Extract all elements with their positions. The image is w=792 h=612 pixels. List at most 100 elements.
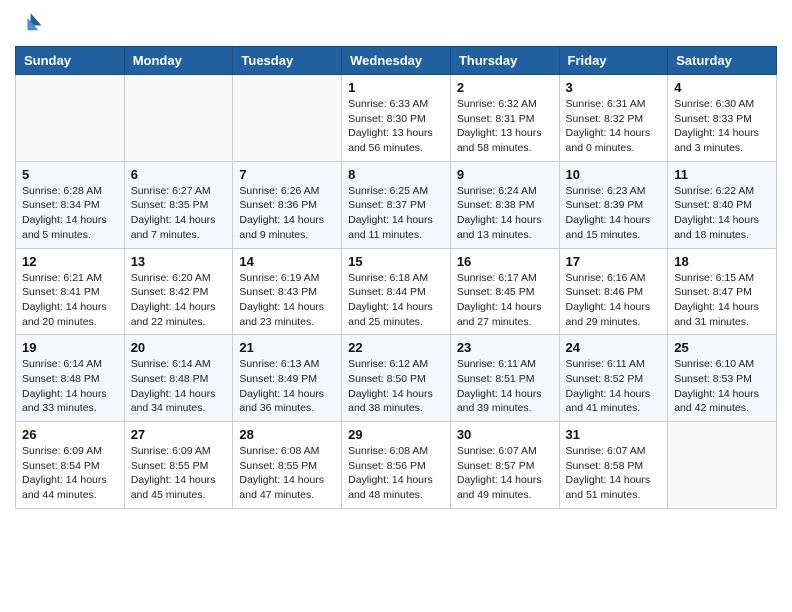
day-info: Sunrise: 6:27 AM Sunset: 8:35 PM Dayligh… xyxy=(131,184,227,243)
day-number: 23 xyxy=(457,340,553,355)
day-info: Sunrise: 6:22 AM Sunset: 8:40 PM Dayligh… xyxy=(674,184,770,243)
day-info: Sunrise: 6:18 AM Sunset: 8:44 PM Dayligh… xyxy=(348,271,444,330)
calendar-cell: 28 Sunrise: 6:08 AM Sunset: 8:55 PM Dayli… xyxy=(233,422,342,509)
day-info: Sunrise: 6:11 AM Sunset: 8:51 PM Dayligh… xyxy=(457,357,553,416)
day-number: 9 xyxy=(457,167,553,182)
calendar-cell: 8Sunrise: 6:25 AM Sunset: 8:37 PM Daylig… xyxy=(342,161,451,248)
weekday-header: Friday xyxy=(559,47,668,75)
header-row: SundayMondayTuesdayWednesdayThursdayFrid… xyxy=(16,47,777,75)
calendar-cell: 11 Sunrise: 6:22 AM Sunset: 8:40 PM Dayli… xyxy=(668,161,777,248)
day-info: Sunrise: 6:19 AM Sunset: 8:43 PM Dayligh… xyxy=(239,271,335,330)
day-number: 27 xyxy=(131,427,227,442)
day-number: 11 xyxy=(674,167,770,182)
calendar-cell: 21 Sunrise: 6:13 AM Sunset: 8:49 PM Dayli… xyxy=(233,335,342,422)
calendar-cell: 20Sunrise: 6:14 AM Sunset: 8:48 PM Dayli… xyxy=(124,335,233,422)
day-number: 31 xyxy=(566,427,662,442)
calendar-cell: 19Sunrise: 6:14 AM Sunset: 8:48 PM Dayli… xyxy=(16,335,125,422)
calendar-cell: 15 Sunrise: 6:18 AM Sunset: 8:44 PM Dayli… xyxy=(342,248,451,335)
day-number: 15 xyxy=(348,254,444,269)
day-number: 16 xyxy=(457,254,553,269)
day-info: Sunrise: 6:14 AM Sunset: 8:48 PM Dayligh… xyxy=(22,357,118,416)
day-info: Sunrise: 6:08 AM Sunset: 8:55 PM Dayligh… xyxy=(239,444,335,503)
day-info: Sunrise: 6:33 AM Sunset: 8:30 PM Dayligh… xyxy=(348,97,444,156)
calendar-cell: 6 Sunrise: 6:27 AM Sunset: 8:35 PM Daylig… xyxy=(124,161,233,248)
calendar-cell: 12 Sunrise: 6:21 AM Sunset: 8:41 PM Dayli… xyxy=(16,248,125,335)
day-number: 12 xyxy=(22,254,118,269)
day-info: Sunrise: 6:32 AM Sunset: 8:31 PM Dayligh… xyxy=(457,97,553,156)
day-info: Sunrise: 6:17 AM Sunset: 8:45 PM Dayligh… xyxy=(457,271,553,330)
calendar-cell: 14 Sunrise: 6:19 AM Sunset: 8:43 PM Dayli… xyxy=(233,248,342,335)
calendar-cell: 27 Sunrise: 6:09 AM Sunset: 8:55 PM Dayli… xyxy=(124,422,233,509)
day-number: 6 xyxy=(131,167,227,182)
calendar-cell: 10 Sunrise: 6:23 AM Sunset: 8:39 PM Dayli… xyxy=(559,161,668,248)
day-info: Sunrise: 6:31 AM Sunset: 8:32 PM Dayligh… xyxy=(566,97,662,156)
day-number: 7 xyxy=(239,167,335,182)
calendar-week-row: 5Sunrise: 6:28 AM Sunset: 8:34 PM Daylig… xyxy=(16,161,777,248)
day-number: 8 xyxy=(348,167,444,182)
day-info: Sunrise: 6:16 AM Sunset: 8:46 PM Dayligh… xyxy=(566,271,662,330)
weekday-header: Tuesday xyxy=(233,47,342,75)
day-number: 26 xyxy=(22,427,118,442)
day-info: Sunrise: 6:13 AM Sunset: 8:49 PM Dayligh… xyxy=(239,357,335,416)
calendar-cell: 2 Sunrise: 6:32 AM Sunset: 8:31 PM Daylig… xyxy=(450,75,559,162)
day-info: Sunrise: 6:26 AM Sunset: 8:36 PM Dayligh… xyxy=(239,184,335,243)
calendar-cell xyxy=(668,422,777,509)
day-info: Sunrise: 6:09 AM Sunset: 8:55 PM Dayligh… xyxy=(131,444,227,503)
calendar-cell: 22 Sunrise: 6:12 AM Sunset: 8:50 PM Dayli… xyxy=(342,335,451,422)
calendar-cell: 23 Sunrise: 6:11 AM Sunset: 8:51 PM Dayli… xyxy=(450,335,559,422)
day-number: 14 xyxy=(239,254,335,269)
weekday-header: Wednesday xyxy=(342,47,451,75)
calendar-cell: 29Sunrise: 6:08 AM Sunset: 8:56 PM Dayli… xyxy=(342,422,451,509)
calendar-week-row: 1Sunrise: 6:33 AM Sunset: 8:30 PM Daylig… xyxy=(16,75,777,162)
calendar-cell: 25Sunrise: 6:10 AM Sunset: 8:53 PM Dayli… xyxy=(668,335,777,422)
day-number: 2 xyxy=(457,80,553,95)
day-number: 13 xyxy=(131,254,227,269)
calendar-cell: 30Sunrise: 6:07 AM Sunset: 8:57 PM Dayli… xyxy=(450,422,559,509)
day-number: 22 xyxy=(348,340,444,355)
header xyxy=(15,10,777,38)
day-info: Sunrise: 6:12 AM Sunset: 8:50 PM Dayligh… xyxy=(348,357,444,416)
day-info: Sunrise: 6:21 AM Sunset: 8:41 PM Dayligh… xyxy=(22,271,118,330)
day-number: 28 xyxy=(239,427,335,442)
page: SundayMondayTuesdayWednesdayThursdayFrid… xyxy=(0,0,792,519)
day-info: Sunrise: 6:07 AM Sunset: 8:57 PM Dayligh… xyxy=(457,444,553,503)
day-info: Sunrise: 6:09 AM Sunset: 8:54 PM Dayligh… xyxy=(22,444,118,503)
day-info: Sunrise: 6:15 AM Sunset: 8:47 PM Dayligh… xyxy=(674,271,770,330)
logo xyxy=(15,10,47,38)
calendar-cell xyxy=(233,75,342,162)
calendar-week-row: 19Sunrise: 6:14 AM Sunset: 8:48 PM Dayli… xyxy=(16,335,777,422)
weekday-header: Monday xyxy=(124,47,233,75)
calendar-cell: 1Sunrise: 6:33 AM Sunset: 8:30 PM Daylig… xyxy=(342,75,451,162)
calendar-cell: 9 Sunrise: 6:24 AM Sunset: 8:38 PM Daylig… xyxy=(450,161,559,248)
day-number: 21 xyxy=(239,340,335,355)
calendar-week-row: 12 Sunrise: 6:21 AM Sunset: 8:41 PM Dayli… xyxy=(16,248,777,335)
calendar-cell: 5Sunrise: 6:28 AM Sunset: 8:34 PM Daylig… xyxy=(16,161,125,248)
day-info: Sunrise: 6:20 AM Sunset: 8:42 PM Dayligh… xyxy=(131,271,227,330)
calendar-cell: 26 Sunrise: 6:09 AM Sunset: 8:54 PM Dayli… xyxy=(16,422,125,509)
weekday-header: Saturday xyxy=(668,47,777,75)
day-number: 10 xyxy=(566,167,662,182)
day-number: 24 xyxy=(566,340,662,355)
calendar-cell: 24 Sunrise: 6:11 AM Sunset: 8:52 PM Dayli… xyxy=(559,335,668,422)
day-info: Sunrise: 6:07 AM Sunset: 8:58 PM Dayligh… xyxy=(566,444,662,503)
calendar-week-row: 26 Sunrise: 6:09 AM Sunset: 8:54 PM Dayli… xyxy=(16,422,777,509)
calendar-cell: 18 Sunrise: 6:15 AM Sunset: 8:47 PM Dayli… xyxy=(668,248,777,335)
day-number: 20 xyxy=(131,340,227,355)
day-number: 17 xyxy=(566,254,662,269)
day-info: Sunrise: 6:28 AM Sunset: 8:34 PM Dayligh… xyxy=(22,184,118,243)
calendar-cell xyxy=(124,75,233,162)
calendar-cell: 7 Sunrise: 6:26 AM Sunset: 8:36 PM Daylig… xyxy=(233,161,342,248)
calendar-cell: 31 Sunrise: 6:07 AM Sunset: 8:58 PM Dayli… xyxy=(559,422,668,509)
weekday-header: Sunday xyxy=(16,47,125,75)
day-number: 18 xyxy=(674,254,770,269)
day-info: Sunrise: 6:24 AM Sunset: 8:38 PM Dayligh… xyxy=(457,184,553,243)
logo-icon xyxy=(15,10,43,38)
day-info: Sunrise: 6:11 AM Sunset: 8:52 PM Dayligh… xyxy=(566,357,662,416)
day-info: Sunrise: 6:23 AM Sunset: 8:39 PM Dayligh… xyxy=(566,184,662,243)
calendar-cell: 3 Sunrise: 6:31 AM Sunset: 8:32 PM Daylig… xyxy=(559,75,668,162)
calendar-cell: 13 Sunrise: 6:20 AM Sunset: 8:42 PM Dayli… xyxy=(124,248,233,335)
day-number: 25 xyxy=(674,340,770,355)
day-number: 3 xyxy=(566,80,662,95)
calendar-cell xyxy=(16,75,125,162)
day-number: 29 xyxy=(348,427,444,442)
